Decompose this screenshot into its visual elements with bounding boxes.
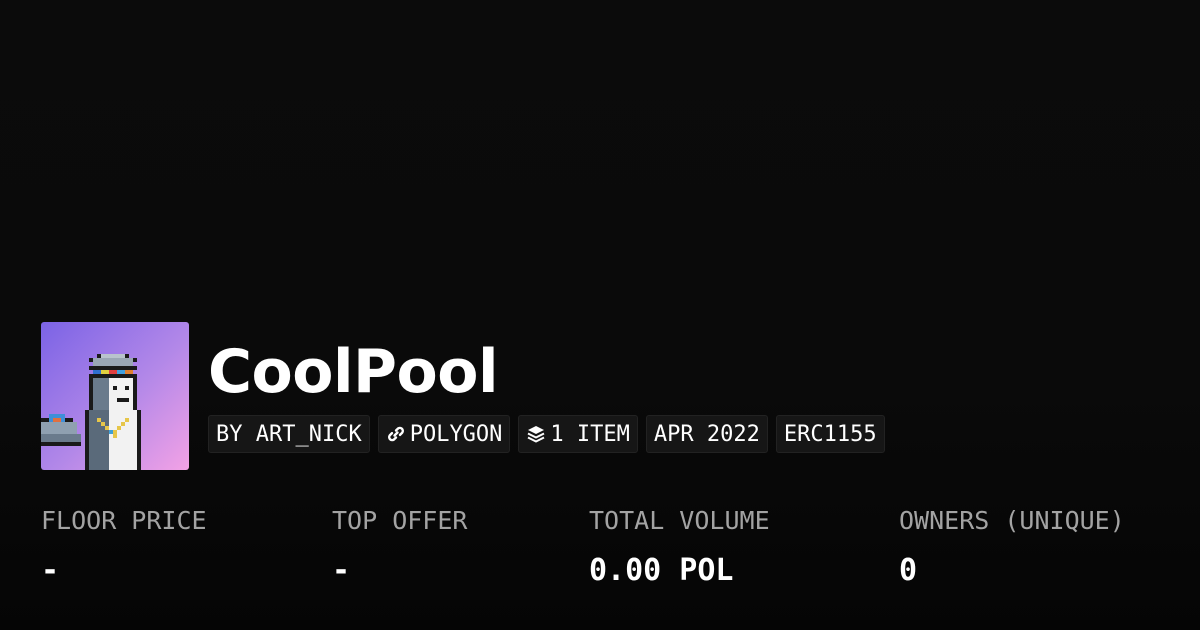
- date-chip: APR 2022: [645, 415, 768, 453]
- layers-icon: [526, 424, 546, 444]
- collection-title: CoolPool: [208, 337, 499, 407]
- floor-price-label: FLOOR PRICE: [41, 506, 207, 535]
- collection-chips: BY ART_NICK POLYGON 1 ITEM APR 2022 ERC1…: [208, 415, 885, 453]
- owners-value: 0: [899, 553, 918, 588]
- floor-price-value: -: [41, 553, 60, 588]
- items-chip[interactable]: 1 ITEM: [518, 415, 638, 453]
- standard-chip: ERC1155: [775, 415, 885, 453]
- polygon-link-icon: [386, 424, 406, 444]
- creator-chip[interactable]: BY ART_NICK: [208, 415, 370, 453]
- floor-price-stat: FLOOR PRICE -: [41, 504, 207, 590]
- chain-chip-label: POLYGON: [409, 421, 503, 447]
- pixel-penguin-avatar-icon: [41, 354, 141, 470]
- top-offer-label: TOP OFFER: [332, 506, 468, 535]
- title-block: CoolPool BY ART_NICK POLYGON 1 ITEM APR …: [208, 322, 885, 453]
- owners-stat: OWNERS (UNIQUE) 0: [899, 504, 1125, 590]
- top-offer-stat: TOP OFFER -: [332, 504, 467, 590]
- owners-label: OWNERS (UNIQUE): [899, 506, 1125, 535]
- chain-chip[interactable]: POLYGON: [377, 415, 511, 453]
- date-chip-label: APR 2022: [653, 421, 760, 447]
- standard-chip-label: ERC1155: [783, 421, 877, 447]
- items-chip-label: 1 ITEM: [550, 421, 630, 447]
- total-volume-label: TOTAL VOLUME: [589, 506, 770, 535]
- creator-chip-label: BY ART_NICK: [216, 421, 362, 447]
- collection-header: CoolPool BY ART_NICK POLYGON 1 ITEM APR …: [41, 322, 885, 470]
- collection-stats: FLOOR PRICE - TOP OFFER - TOTAL VOLUME 0…: [0, 504, 1200, 604]
- top-offer-value: -: [332, 553, 351, 588]
- total-volume-value: 0.00 POL: [589, 553, 734, 588]
- collection-avatar: [41, 322, 189, 470]
- total-volume-stat: TOTAL VOLUME 0.00 POL: [589, 504, 770, 590]
- collection-card: { "collection": { "name": "CoolPool", "a…: [0, 0, 1200, 630]
